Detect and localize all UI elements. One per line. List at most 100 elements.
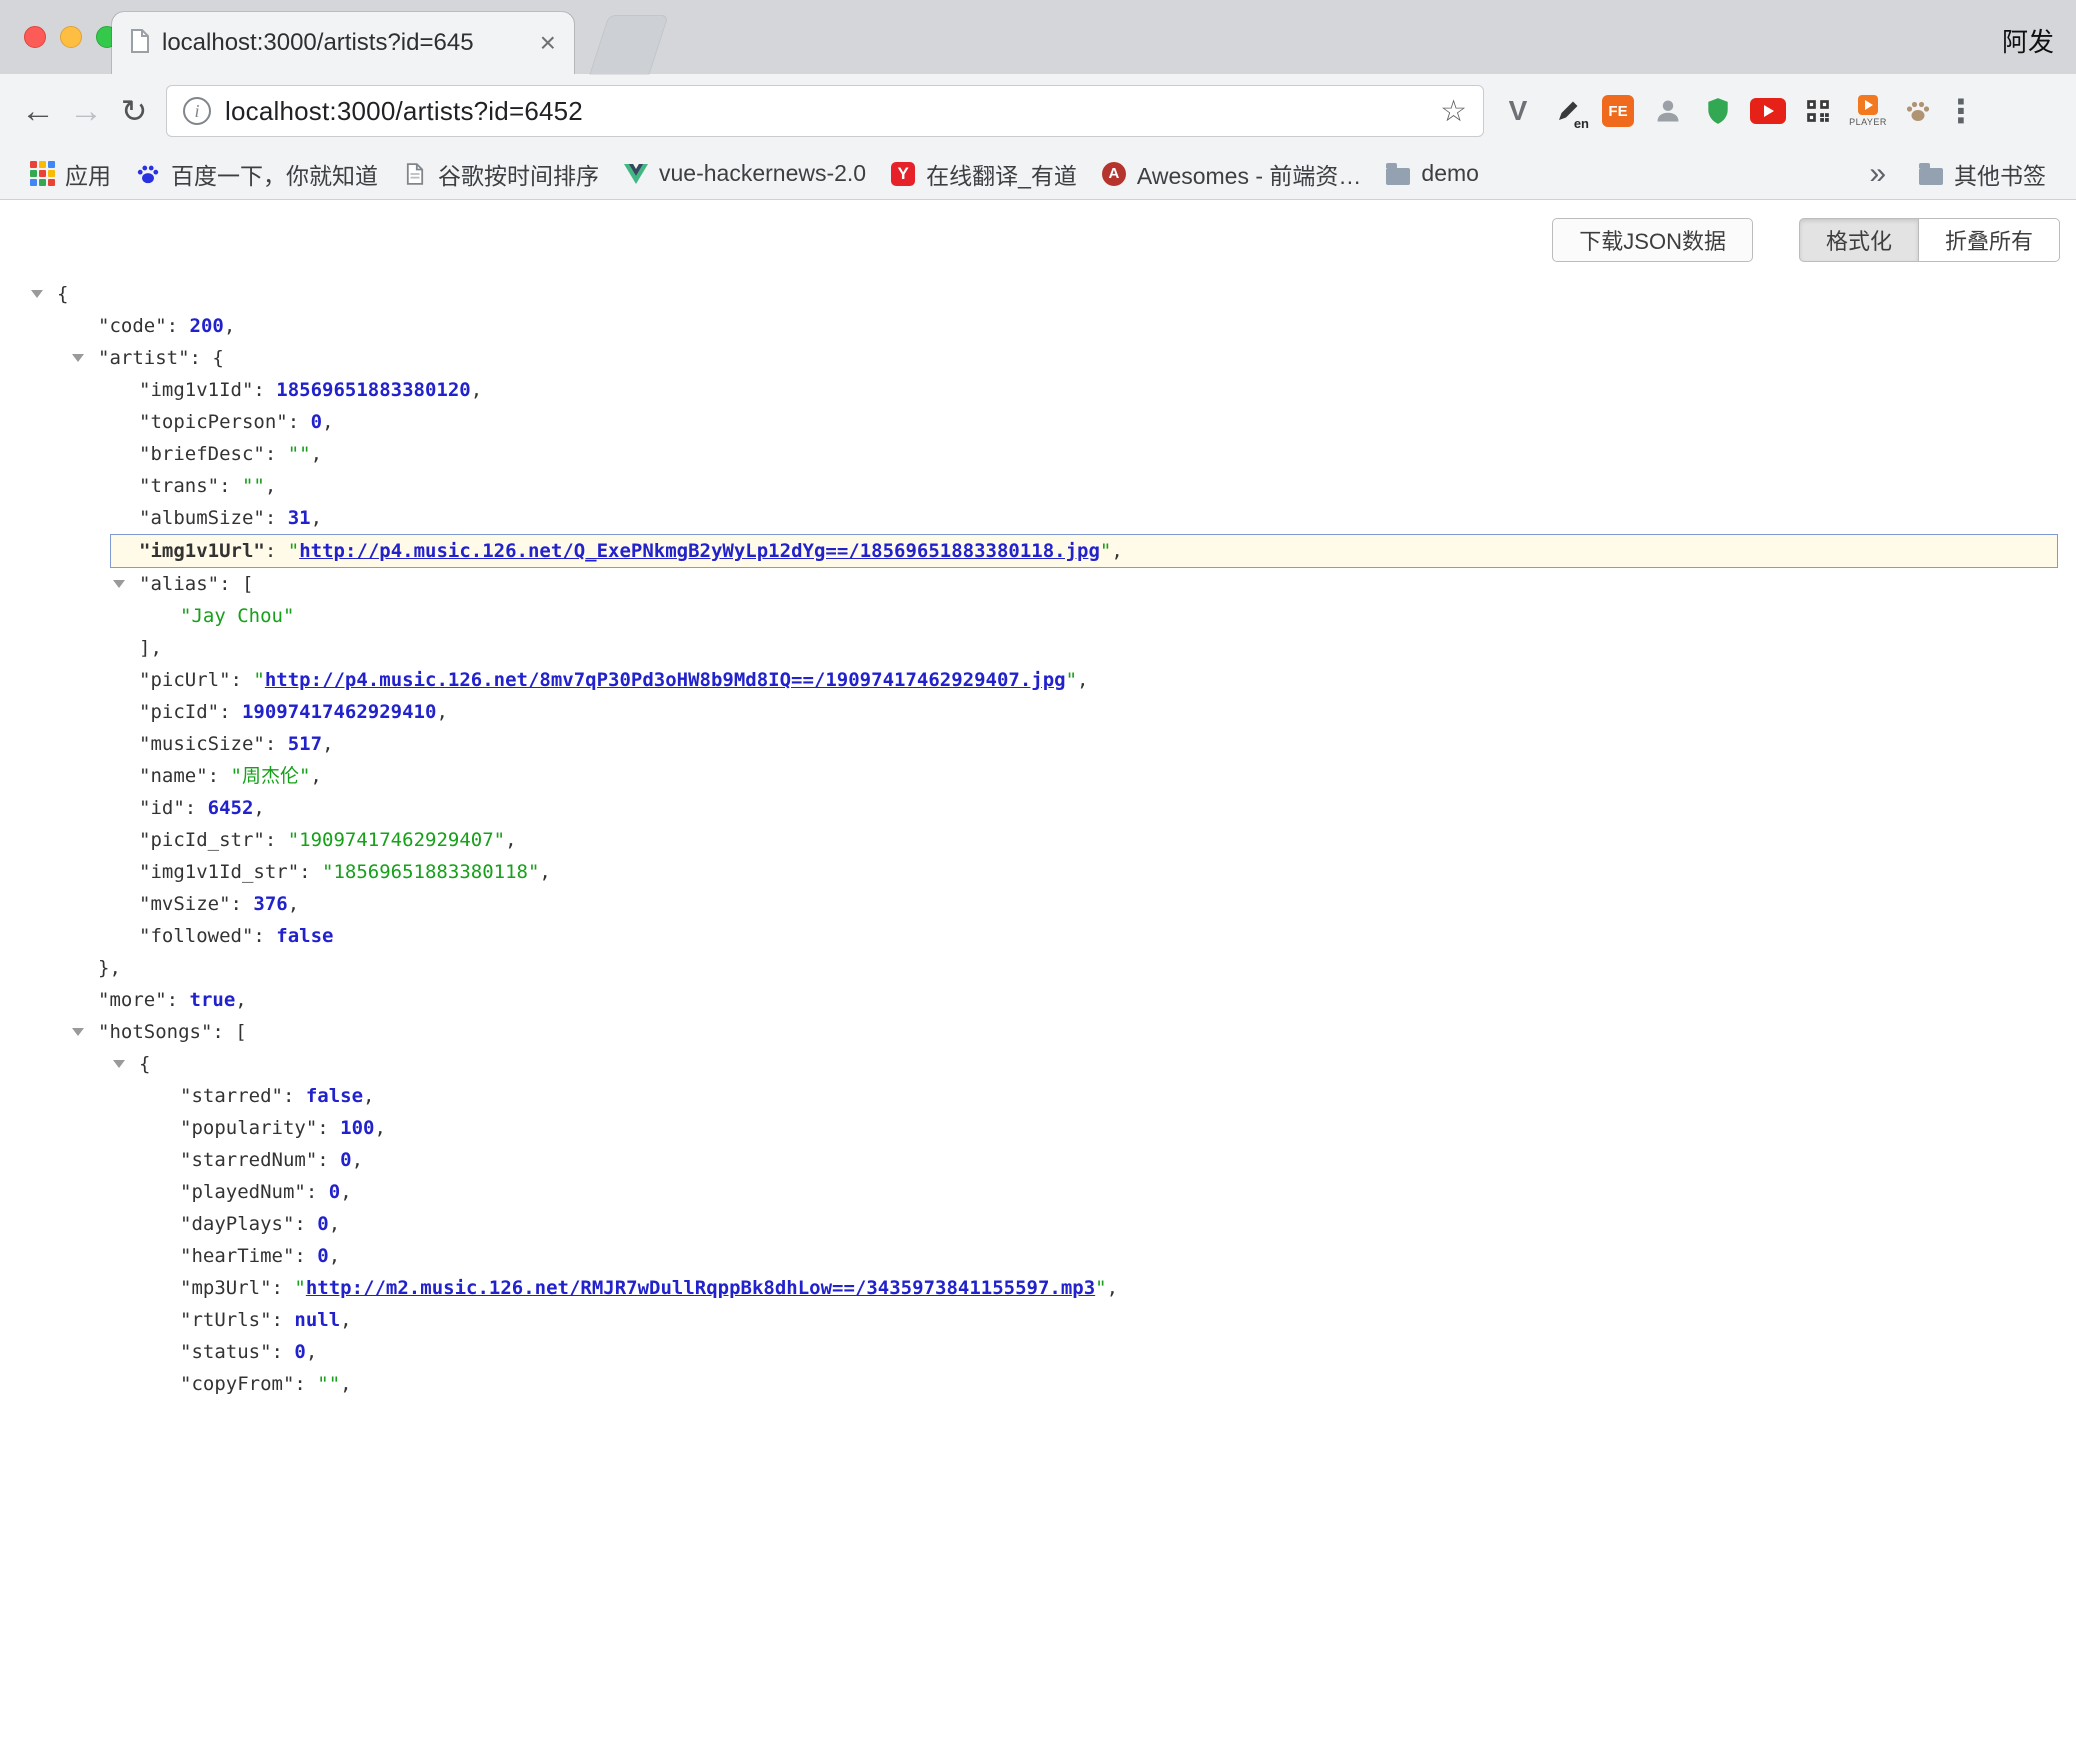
json-line: "starred": false,	[0, 1080, 2076, 1112]
profile-name[interactable]: 阿发	[2002, 22, 2054, 59]
person-extension-icon[interactable]	[1646, 83, 1690, 139]
json-punct: :	[294, 1245, 317, 1267]
bookmark-item[interactable]: demo	[1373, 160, 1491, 187]
json-key: "status"	[180, 1341, 272, 1363]
reload-icon[interactable]: ↻	[110, 74, 158, 148]
doc-favicon-icon	[402, 161, 428, 187]
format-button[interactable]: 格式化	[1799, 218, 1919, 262]
json-key: "dayPlays"	[180, 1213, 294, 1235]
json-punct: ,	[471, 379, 482, 401]
json-punct: ],	[139, 637, 162, 659]
json-num: 0	[340, 1149, 351, 1171]
collapse-toggle-icon[interactable]	[72, 354, 84, 362]
vimium-extension-icon[interactable]: V	[1496, 83, 1540, 139]
qrcode-extension-icon[interactable]	[1796, 83, 1840, 139]
json-num: 31	[288, 507, 311, 529]
bookmark-item[interactable]: AAwesomes - 前端资…	[1089, 157, 1374, 191]
tab-close-icon[interactable]: ×	[540, 29, 556, 57]
json-punct: ,	[505, 829, 516, 851]
minimize-window-button[interactable]	[60, 26, 82, 48]
page-info-icon[interactable]: i	[183, 97, 211, 125]
json-line: "followed": false	[0, 920, 2076, 952]
collapse-all-button[interactable]: 折叠所有	[1919, 218, 2060, 262]
json-line: "dayPlays": 0,	[0, 1208, 2076, 1240]
translate-extension-icon[interactable]: en	[1546, 83, 1590, 139]
youtube-extension-icon[interactable]	[1746, 83, 1790, 139]
download-json-button[interactable]: 下载JSON数据	[1552, 218, 1753, 262]
json-str: ""	[288, 443, 311, 465]
json-key: "followed"	[139, 925, 253, 947]
json-punct: ,	[363, 1085, 374, 1107]
format-button-group: 格式化 折叠所有	[1799, 218, 2060, 262]
browser-menu-icon[interactable]: ⋮	[1944, 92, 1978, 130]
json-key: "briefDesc"	[139, 443, 265, 465]
toolbar: ← → ↻ i localhost:3000/artists?id=6452 ☆…	[0, 74, 2076, 148]
bookmark-item[interactable]: vue-hackernews-2.0	[611, 160, 878, 187]
bookmarks-overflow-icon[interactable]: »	[1859, 157, 1896, 191]
browser-tab[interactable]: localhost:3000/artists?id=645 ×	[112, 12, 574, 74]
json-line: "hotSongs": [	[0, 1016, 2076, 1048]
page-content: 下载JSON数据 格式化 折叠所有 {"code": 200,"artist":…	[0, 200, 2076, 1754]
json-line: {	[0, 1048, 2076, 1080]
json-punct: ,	[1107, 1277, 1118, 1299]
paw-extension-icon[interactable]	[1896, 83, 1940, 139]
url-link[interactable]: http://m2.music.126.net/RMJR7wDullRqppBk…	[306, 1277, 1095, 1299]
json-punct: :	[265, 540, 288, 562]
json-punct: ,	[306, 1341, 317, 1363]
json-key: "picId"	[139, 701, 219, 723]
json-str: "周杰伦"	[231, 765, 311, 787]
json-line: "albumSize": 31,	[0, 502, 2076, 534]
json-punct: :	[265, 507, 288, 529]
json-key: "mp3Url"	[180, 1277, 272, 1299]
json-punct: ,	[340, 1373, 351, 1395]
url-link[interactable]: http://p4.music.126.net/Q_ExePNkmgB2yWyL…	[299, 540, 1100, 562]
player-extension-icon[interactable]: PLAYER	[1846, 83, 1890, 139]
json-bool: true	[190, 989, 236, 1011]
json-punct: ,	[1111, 540, 1122, 562]
json-punct: :	[265, 443, 288, 465]
collapse-toggle-icon[interactable]	[113, 580, 125, 588]
json-line: "musicSize": 517,	[0, 728, 2076, 760]
bookmark-star-icon[interactable]: ☆	[1440, 94, 1467, 129]
youtube-play-icon	[1750, 98, 1786, 124]
json-key: "picId_str"	[139, 829, 265, 851]
json-punct: :	[272, 1341, 295, 1363]
url-text[interactable]: localhost:3000/artists?id=6452	[225, 96, 1430, 127]
collapse-toggle-icon[interactable]	[72, 1028, 84, 1036]
json-num: 0	[317, 1213, 328, 1235]
collapse-toggle-icon[interactable]	[113, 1060, 125, 1068]
json-line: "img1v1Id": 18569651883380120,	[0, 374, 2076, 406]
other-bookmarks-folder[interactable]: 其他书签	[1906, 157, 2058, 191]
json-punct: ,	[329, 1245, 340, 1267]
json-num: 0	[294, 1341, 305, 1363]
json-num: 0	[317, 1245, 328, 1267]
back-icon[interactable]: ←	[14, 74, 62, 148]
address-bar[interactable]: i localhost:3000/artists?id=6452 ☆	[166, 85, 1484, 137]
apps-label: 应用	[65, 157, 111, 191]
json-line: {	[0, 278, 2076, 310]
json-key: "img1v1Id"	[139, 379, 253, 401]
bookmark-item[interactable]: 百度一下，你就知道	[123, 157, 390, 191]
bookmarks-right: » 其他书签	[1859, 157, 2058, 191]
json-line: "rtUrls": null,	[0, 1304, 2076, 1336]
close-window-button[interactable]	[24, 26, 46, 48]
awesomes-favicon-icon: A	[1101, 161, 1127, 187]
apps-grid-icon	[30, 161, 55, 186]
json-punct: :	[231, 893, 254, 915]
new-tab-button[interactable]	[591, 16, 668, 74]
url-link[interactable]: http://p4.music.126.net/8mv7qP30Pd3oHW8b…	[265, 669, 1066, 691]
json-line: "more": true,	[0, 984, 2076, 1016]
bookmark-item[interactable]: 谷歌按时间排序	[390, 157, 611, 191]
json-key: "artist"	[98, 347, 190, 369]
tab-strip: localhost:3000/artists?id=645 × 阿发	[0, 0, 2076, 74]
json-key: "picUrl"	[139, 669, 231, 691]
collapse-toggle-icon[interactable]	[31, 290, 43, 298]
json-line: "artist": {	[0, 342, 2076, 374]
json-punct: :	[167, 989, 190, 1011]
json-punct: :	[219, 701, 242, 723]
json-punct: :	[265, 829, 288, 851]
fehelper-extension-icon[interactable]: FE	[1596, 83, 1640, 139]
bookmark-item[interactable]: Y在线翻译_有道	[878, 157, 1089, 191]
shield-extension-icon[interactable]	[1696, 83, 1740, 139]
apps-shortcut[interactable]: 应用	[18, 157, 123, 191]
